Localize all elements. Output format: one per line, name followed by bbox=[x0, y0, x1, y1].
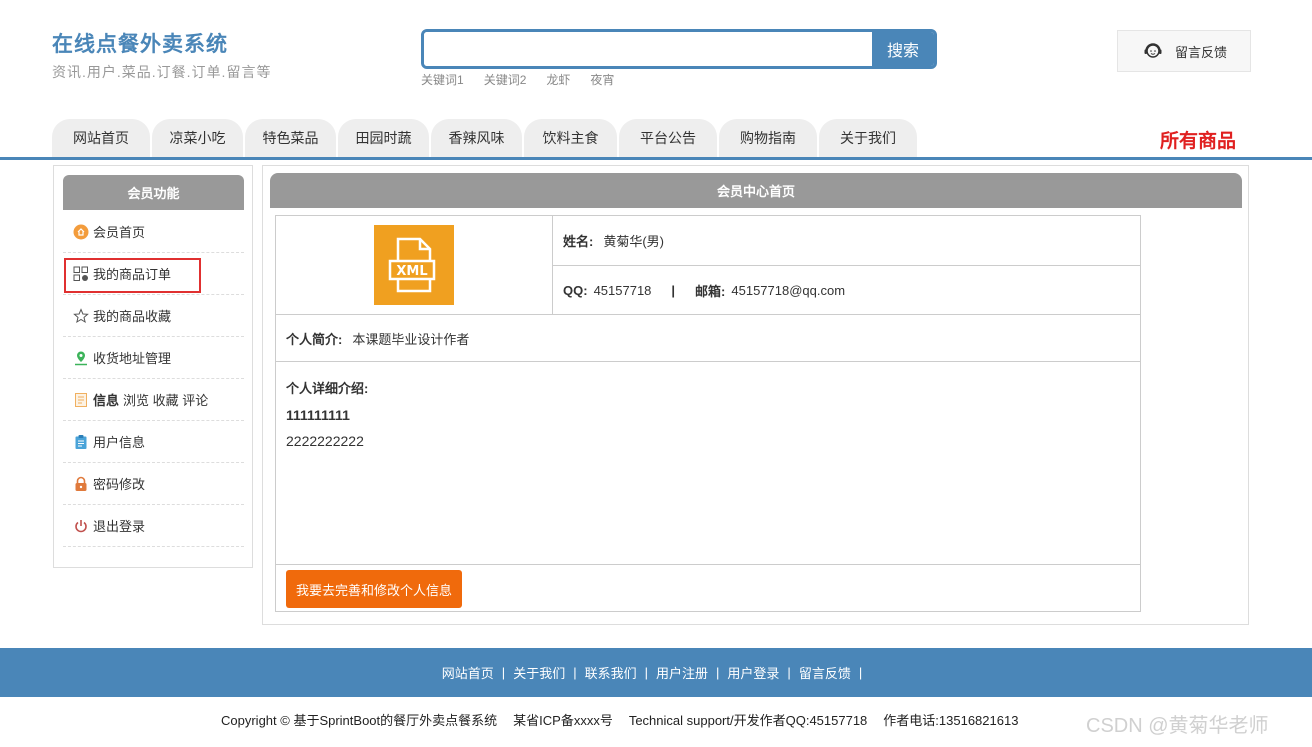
nav-item-vegetables[interactable]: 田园时蔬 bbox=[338, 119, 429, 157]
name-label: 姓名: bbox=[563, 234, 594, 249]
member-center-panel: 会员中心首页 XML 姓名: 黄菊华(男) QQ: 45157718 | 邮箱:… bbox=[262, 165, 1249, 625]
copyright-text: Copyright © 基于SprintBoot的餐厅外卖点餐系统 bbox=[221, 713, 498, 728]
nav-item-drinks[interactable]: 饮料主食 bbox=[524, 119, 617, 157]
qq-label: QQ: bbox=[563, 282, 588, 298]
sidebar-item-user-info[interactable]: 用户信息 bbox=[63, 421, 244, 463]
brief-row: 个人简介: 本课题毕业设计作者 bbox=[276, 315, 1140, 362]
keyword-link[interactable]: 关键词1 bbox=[421, 71, 464, 88]
footer-link-login[interactable]: 用户登录 bbox=[727, 663, 779, 682]
feedback-label: 留言反馈 bbox=[1174, 44, 1227, 60]
edit-profile-button[interactable]: 我要去完善和修改个人信息 bbox=[286, 570, 463, 608]
nav-item-shopping-guide[interactable]: 购物指南 bbox=[719, 119, 817, 157]
nav-item-announcements[interactable]: 平台公告 bbox=[619, 119, 717, 157]
star-icon bbox=[73, 307, 89, 324]
detail-row: 个人详细介绍: 111111111 2222222222 bbox=[276, 362, 1140, 565]
order-grid-icon bbox=[73, 266, 89, 282]
brief-value: 本课题毕业设计作者 bbox=[352, 331, 470, 347]
sidebar-item-password[interactable]: 密码修改 bbox=[63, 463, 244, 505]
site-title[interactable]: 在线点餐外卖系统 bbox=[52, 28, 271, 58]
site-subtitle: 资讯.用户.菜品.订餐.订单.留言等 bbox=[52, 64, 272, 80]
clipboard-icon bbox=[73, 434, 89, 450]
sidebar-item-label: 我的商品订单 bbox=[93, 267, 172, 282]
sidebar-item-logout[interactable]: 退出登录 bbox=[63, 505, 244, 547]
nav-item-home[interactable]: 网站首页 bbox=[52, 119, 150, 157]
footer-link-contact[interactable]: 联系我们 bbox=[585, 663, 637, 682]
icp-text: 某省ICP备xxxx号 bbox=[513, 713, 613, 728]
footer-link-about[interactable]: 关于我们 bbox=[513, 663, 565, 682]
sidebar-item-label: 浏览 收藏 评论 bbox=[123, 393, 209, 408]
keyword-link[interactable]: 夜宵 bbox=[590, 71, 614, 88]
customer-service-icon bbox=[1144, 43, 1162, 58]
site-brand: 在线点餐外卖系统 资讯.用户.菜品.订餐.订单.留言等 bbox=[52, 28, 271, 82]
sidebar-item-label-bold: 信息 bbox=[93, 393, 120, 408]
nav-divider bbox=[0, 157, 1312, 160]
home-circle-icon bbox=[73, 224, 89, 240]
phone-text: 作者电话:13516821613 bbox=[883, 713, 1019, 728]
avatar-cell: XML bbox=[276, 216, 553, 315]
sidebar-title: 会员功能 bbox=[63, 175, 244, 210]
sidebar-item-label: 收货地址管理 bbox=[93, 351, 172, 366]
support-text: Technical support/开发作者QQ:45157718 bbox=[628, 713, 868, 728]
footer-link-feedback[interactable]: 留言反馈 bbox=[799, 663, 851, 682]
name-value: 黄菊华(男) bbox=[603, 234, 665, 249]
copyright-bar: Copyright © 基于SprintBoot的餐厅外卖点餐系统 某省ICP备… bbox=[221, 710, 1018, 729]
all-goods-link[interactable]: 所有商品 bbox=[1160, 126, 1236, 153]
keyword-link[interactable]: 关键词2 bbox=[484, 71, 527, 88]
sidebar-item-label: 会员首页 bbox=[93, 225, 146, 240]
footer-link-register[interactable]: 用户注册 bbox=[656, 663, 708, 682]
watermark: CSDN @黄菊华老师 bbox=[1086, 715, 1269, 737]
xml-file-avatar-icon: XML bbox=[374, 225, 454, 305]
detail-line: 2222222222 bbox=[286, 433, 364, 449]
contact-separator: | bbox=[671, 282, 676, 298]
sidebar-item-label: 退出登录 bbox=[93, 519, 146, 534]
main-nav: 网站首页 凉菜小吃 特色菜品 田园时蔬 香辣风味 饮料主食 平台公告 购物指南 … bbox=[52, 119, 917, 157]
sidebar-item-member-home[interactable]: 会员首页 bbox=[63, 211, 244, 253]
document-icon bbox=[73, 392, 89, 408]
name-row: 姓名: 黄菊华(男) bbox=[553, 216, 1140, 266]
search-bar: 搜索 bbox=[421, 29, 937, 69]
member-sidebar: 会员功能 会员首页 我的商品订单 我的商品收藏 收货地址管理 信息 浏览 收藏 … bbox=[53, 165, 253, 568]
footer-nav: 网站首页 | 关于我们 | 联系我们 | 用户注册 | 用户登录 | 留言反馈 | bbox=[0, 648, 1312, 697]
qq-value: 45157718 bbox=[593, 282, 652, 298]
search-input[interactable] bbox=[424, 32, 872, 66]
lock-icon bbox=[73, 476, 89, 492]
panel-title: 会员中心首页 bbox=[270, 173, 1242, 208]
sidebar-item-label: 密码修改 bbox=[93, 477, 146, 492]
power-icon bbox=[73, 518, 89, 534]
sidebar-item-my-orders[interactable]: 我的商品订单 bbox=[63, 253, 244, 295]
detail-line: 111111111 bbox=[286, 407, 350, 423]
sidebar-item-info-history[interactable]: 信息 浏览 收藏 评论 bbox=[63, 379, 244, 421]
sidebar-item-label: 用户信息 bbox=[93, 435, 146, 450]
email-value: 45157718@qq.com bbox=[731, 282, 846, 298]
nav-item-specialty[interactable]: 特色菜品 bbox=[245, 119, 336, 157]
sidebar-item-favorites[interactable]: 我的商品收藏 bbox=[63, 295, 244, 337]
avatar-text: XML bbox=[396, 264, 427, 279]
feedback-button[interactable]: 留言反馈 bbox=[1117, 30, 1251, 72]
sidebar-item-address[interactable]: 收货地址管理 bbox=[63, 337, 244, 379]
brief-label: 个人简介: bbox=[286, 331, 343, 347]
search-button[interactable]: 搜索 bbox=[872, 32, 934, 66]
location-pin-icon bbox=[73, 350, 89, 366]
detail-label: 个人详细介绍: bbox=[286, 381, 369, 396]
profile-card: XML 姓名: 黄菊华(男) QQ: 45157718 | 邮箱: 451577… bbox=[275, 215, 1141, 612]
nav-item-spicy[interactable]: 香辣风味 bbox=[431, 119, 522, 157]
nav-item-about[interactable]: 关于我们 bbox=[819, 119, 917, 157]
hot-keywords: 关键词1 关键词2 龙虾 夜宵 bbox=[421, 71, 614, 88]
keyword-link[interactable]: 龙虾 bbox=[546, 71, 570, 88]
email-label: 邮箱: bbox=[695, 283, 726, 299]
contact-row: QQ: 45157718 | 邮箱: 45157718@qq.com bbox=[553, 266, 1140, 315]
nav-item-cold-dishes[interactable]: 凉菜小吃 bbox=[152, 119, 243, 157]
footer-link-home[interactable]: 网站首页 bbox=[442, 663, 494, 682]
sidebar-item-label: 我的商品收藏 bbox=[93, 309, 172, 324]
